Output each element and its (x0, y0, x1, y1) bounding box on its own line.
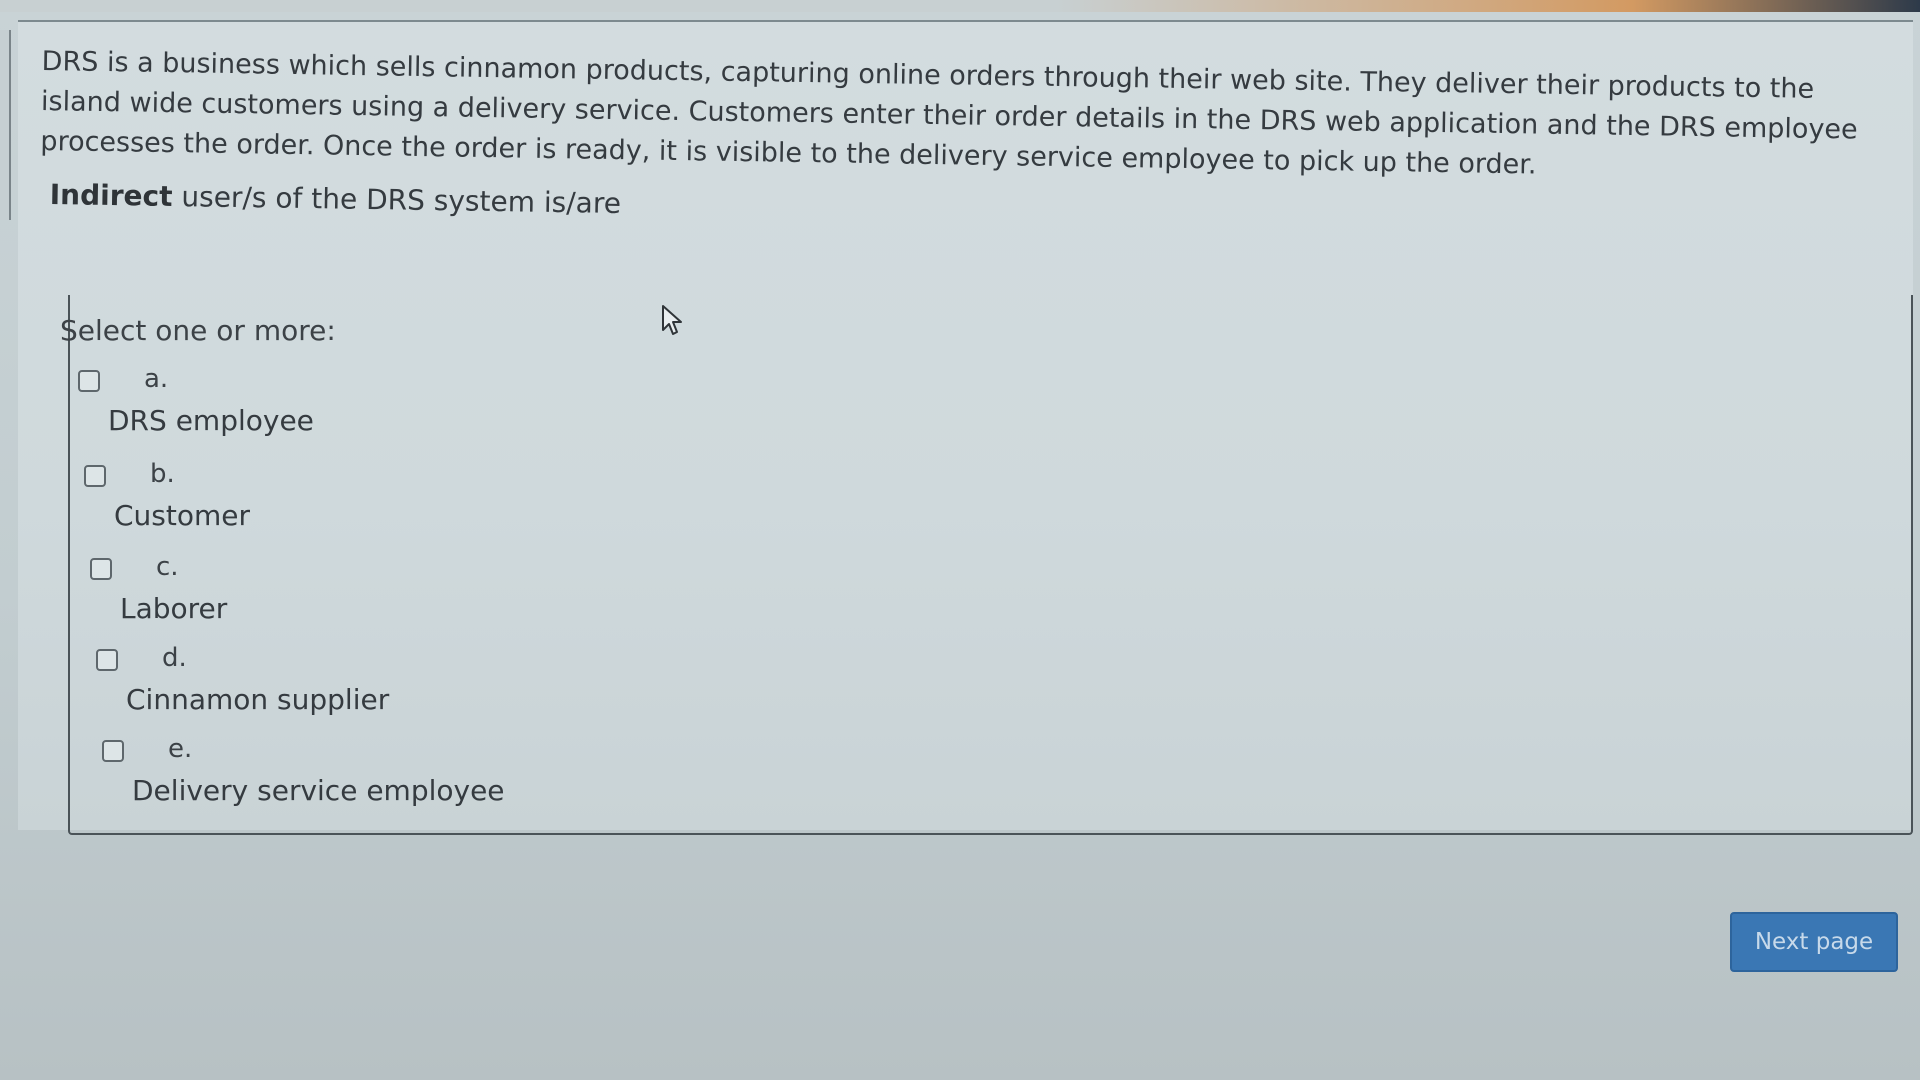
question-prompt-rest: user/s of the DRS system is/are (172, 179, 622, 220)
select-one-or-more-label: Select one or more: (60, 314, 336, 347)
option-d-letter: d. (162, 643, 187, 673)
option-e-letter: e. (168, 734, 193, 764)
option-e-text: Delivery service employee (132, 774, 505, 807)
option-d-text: Cinnamon supplier (126, 683, 390, 716)
option-b-text: Customer (114, 499, 251, 532)
option-d[interactable]: d. Cinnamon supplier (96, 643, 596, 729)
option-b-letter: b. (150, 459, 175, 489)
option-d-checkbox[interactable] (96, 649, 118, 671)
option-e[interactable]: e. Delivery service employee (102, 734, 602, 820)
question-prompt-bold: Indirect (49, 178, 173, 213)
option-c-checkbox[interactable] (90, 558, 112, 580)
top-bar (0, 0, 1920, 12)
next-page-button[interactable]: Next page (1730, 912, 1898, 972)
left-accent (0, 30, 11, 220)
option-a-text: DRS employee (108, 404, 314, 437)
option-c[interactable]: c. Laborer (90, 552, 590, 638)
option-c-text: Laborer (120, 592, 228, 625)
option-a[interactable]: a. DRS employee (78, 364, 578, 450)
option-c-letter: c. (156, 552, 179, 582)
option-b-checkbox[interactable] (84, 465, 106, 487)
option-a-letter: a. (144, 364, 169, 394)
option-b[interactable]: b. Customer (84, 459, 584, 545)
option-e-checkbox[interactable] (102, 740, 124, 762)
mouse-pointer-icon (662, 305, 682, 335)
option-a-checkbox[interactable] (78, 370, 100, 392)
